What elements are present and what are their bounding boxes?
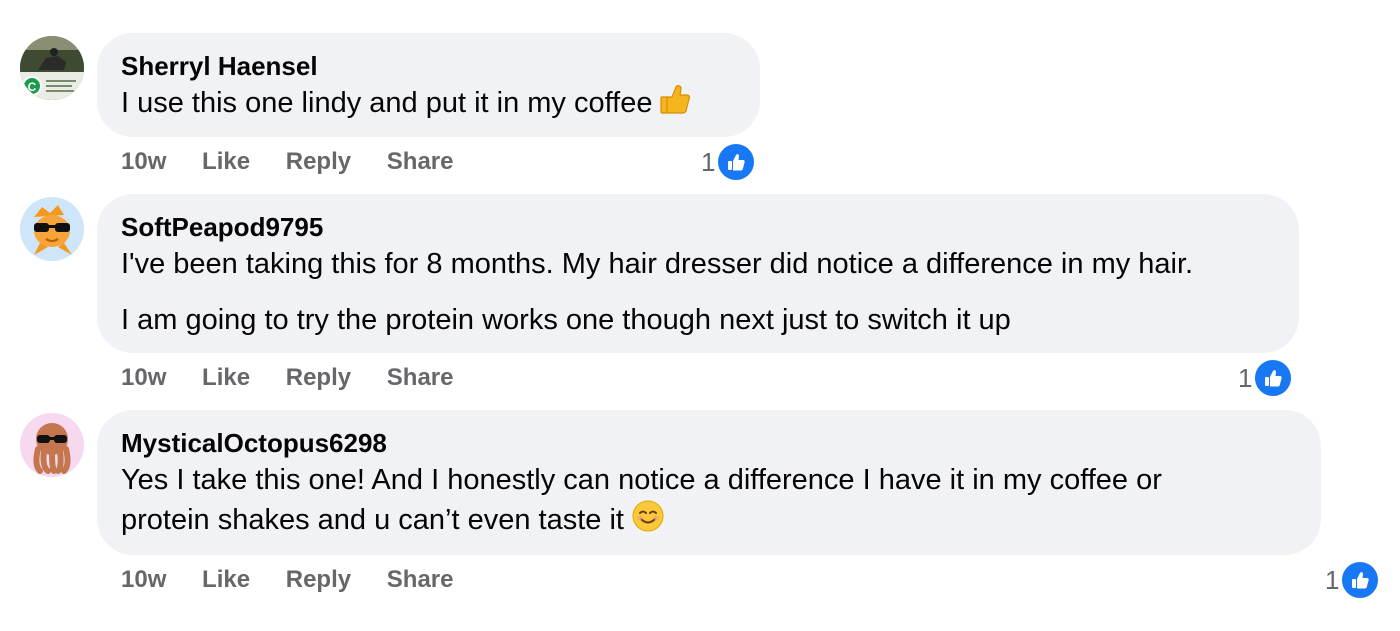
comment-actions: 10w Like Reply Share <box>121 566 482 594</box>
reaction-count: 1 <box>701 146 716 177</box>
reaction-summary[interactable]: 1 <box>701 142 757 182</box>
reply-button[interactable]: Reply <box>286 148 351 176</box>
comment-text-line: I am going to try the protein works one … <box>121 304 1011 336</box>
octopus-sunglasses-icon <box>20 413 84 477</box>
comment-actions: 10w Like Reply Share <box>121 148 482 176</box>
reaction-summary[interactable]: 1 <box>1238 358 1294 398</box>
comment-bubble: Sherryl Haensel I use this one lindy and… <box>97 33 760 137</box>
like-reaction-icon <box>1253 358 1294 398</box>
avatar[interactable] <box>20 197 84 261</box>
comment-text-line: Yes I take this one! And I honestly can … <box>121 464 1162 496</box>
share-button[interactable]: Share <box>387 566 454 594</box>
goldfish-sunglasses-icon <box>20 197 84 261</box>
comment-actions: 10w Like Reply Share <box>121 364 482 392</box>
reaction-count: 1 <box>1325 564 1340 595</box>
share-button[interactable]: Share <box>387 364 454 392</box>
svg-text:C: C <box>28 80 37 94</box>
reply-button[interactable]: Reply <box>286 566 351 594</box>
share-button[interactable]: Share <box>387 148 454 176</box>
comment-author[interactable]: Sherryl Haensel <box>121 51 736 81</box>
like-button[interactable]: Like <box>202 566 250 594</box>
reaction-count: 1 <box>1238 362 1253 393</box>
comment-time[interactable]: 10w <box>121 364 166 392</box>
comment-text-line: I use this one lindy and put it in my co… <box>121 87 653 120</box>
comment-author[interactable]: MysticalOctopus6298 <box>121 428 1297 458</box>
like-button[interactable]: Like <box>202 364 250 392</box>
comment-bubble: MysticalOctopus6298 Yes I take this one!… <box>97 410 1321 555</box>
comment-text: I use this one lindy and put it in my co… <box>121 83 736 126</box>
like-reaction-icon <box>1340 560 1381 600</box>
avatar[interactable]: C <box>20 36 84 100</box>
like-reaction-icon <box>716 142 757 182</box>
reply-button[interactable]: Reply <box>286 364 351 392</box>
comment-text: protein shakes and u can’t even taste it <box>121 500 1297 543</box>
comment-time[interactable]: 10w <box>121 566 166 594</box>
comment-author[interactable]: SoftPeapod9795 <box>121 212 1275 242</box>
like-button[interactable]: Like <box>202 148 250 176</box>
horse-rider-photo-icon: C <box>20 36 84 100</box>
comment-text-line: protein shakes and u can’t even taste it <box>121 504 624 537</box>
reaction-summary[interactable]: 1 <box>1325 560 1381 600</box>
smiling-face-icon <box>632 500 664 543</box>
avatar[interactable] <box>20 413 84 477</box>
comment-bubble: SoftPeapod9795 I've been taking this for… <box>97 194 1299 353</box>
comment-time[interactable]: 10w <box>121 148 166 176</box>
thumbs-up-icon <box>660 83 691 126</box>
comment-text-line: I've been taking this for 8 months. My h… <box>121 248 1194 280</box>
